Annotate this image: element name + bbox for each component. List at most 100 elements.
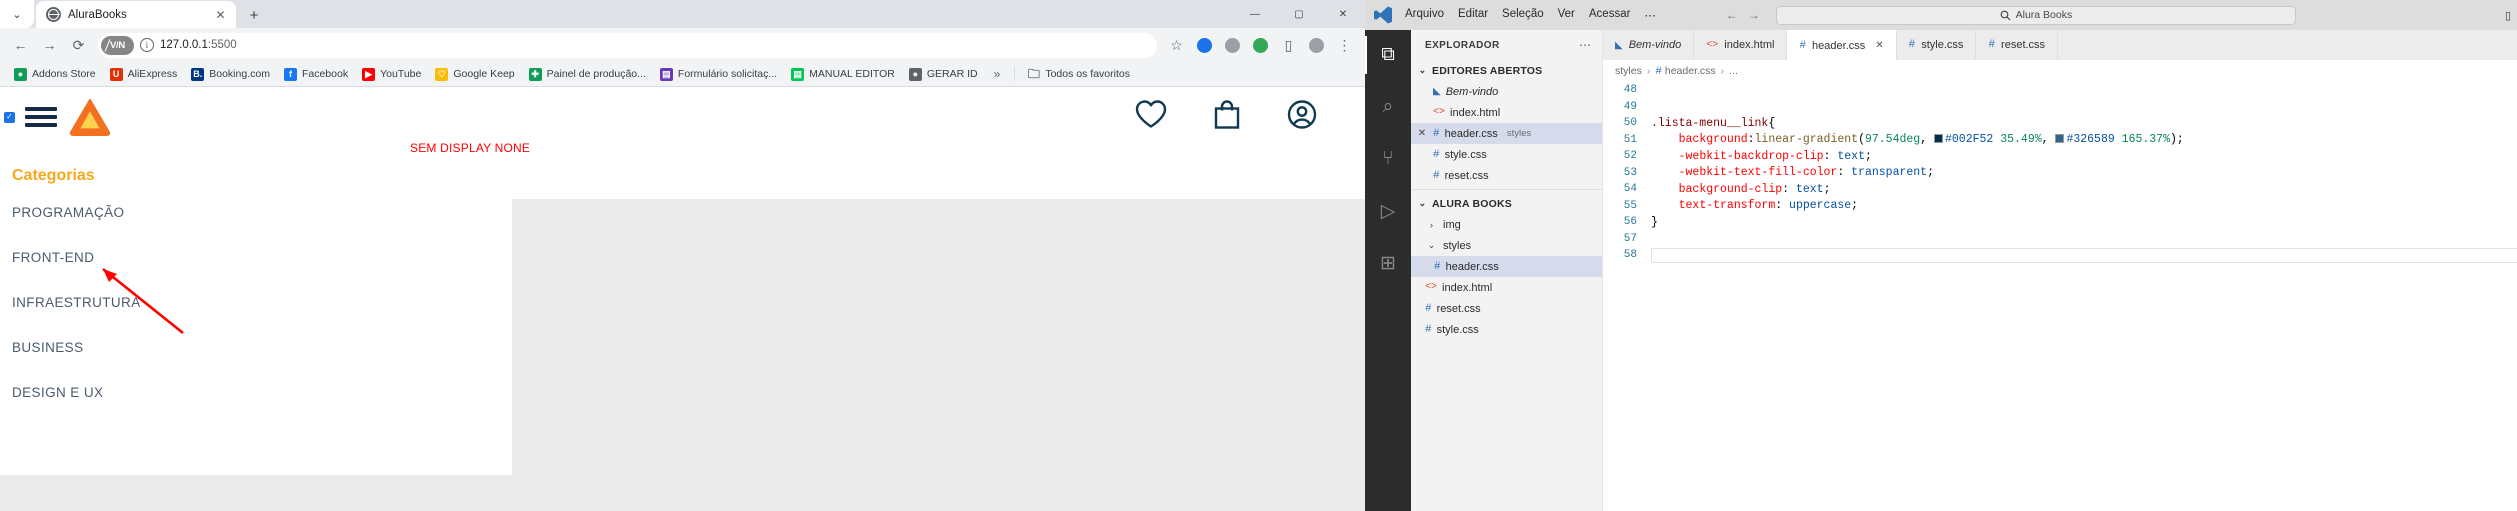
chevron-icon[interactable]: ⌄: [1425, 240, 1438, 251]
css-icon: #: [1988, 39, 1996, 51]
close-icon[interactable]: ✕: [1875, 40, 1883, 51]
close-window-button[interactable]: ✕: [1321, 0, 1365, 28]
bookmark-item[interactable]: ● GERAR ID: [903, 65, 984, 84]
site-info-icon[interactable]: i: [139, 38, 154, 52]
menu-item-arquivo[interactable]: Arquivo: [1405, 8, 1444, 22]
html-icon: <>: [1706, 39, 1719, 51]
editor-tab-reset-css[interactable]: # reset.css: [1976, 30, 2059, 60]
split-view-icon[interactable]: ▯: [1275, 32, 1302, 59]
command-center-search[interactable]: Alura Books: [1775, 5, 2296, 25]
bookmark-item[interactable]: ● Addons Store: [8, 65, 102, 84]
file-tree-item[interactable]: <> index.html: [1411, 277, 1602, 298]
open-editor-item[interactable]: ◣ Bem-vindo: [1411, 81, 1602, 102]
tab-label: header.css: [1812, 39, 1866, 52]
open-editor-item[interactable]: # style.css: [1411, 144, 1602, 165]
file-tree-item[interactable]: ⌄ styles: [1411, 235, 1602, 256]
file-name: style.css: [1444, 148, 1487, 161]
file-name: reset.css: [1436, 302, 1481, 315]
chevron-icon[interactable]: ›: [1425, 220, 1438, 230]
back-icon[interactable]: ←: [1726, 8, 1738, 22]
section-open-editors[interactable]: ⌄ EDITORES ABERTOS: [1411, 60, 1602, 81]
code-editor[interactable]: 48 49 50 .lista-menu__link{51 background:li…: [1603, 82, 2517, 511]
open-editor-item[interactable]: <> index.html: [1411, 102, 1602, 123]
extension-grey-icon[interactable]: [1219, 32, 1246, 59]
bookmark-item[interactable]: B. Booking.com: [185, 65, 276, 84]
forward-icon[interactable]: →: [1748, 8, 1760, 22]
bookmark-all-favorites[interactable]: 🗀 Todos os favoritos: [1021, 65, 1136, 84]
file-tree-item[interactable]: # header.css: [1411, 256, 1602, 277]
search-text: Alura Books: [2015, 9, 2073, 21]
editor-tab-header-css[interactable]: # header.css ✕: [1787, 30, 1897, 60]
line-number: 48: [1623, 84, 1637, 97]
code-line: 52 -webkit-backdrop-clip: text;: [1603, 148, 2517, 165]
browser-toolbar: ← → ⟳ V/N i 127.0.0.1:5500 ☆ ▯ ⋮: [0, 28, 1365, 62]
tab-search-button[interactable]: ⌄: [0, 0, 34, 28]
menu-item-[interactable]: ⋯: [1644, 8, 1656, 22]
extensions-icon[interactable]: ⊞: [1365, 244, 1411, 282]
browser-tab[interactable]: AluraBooks ✕: [36, 1, 236, 28]
minimize-button[interactable]: —: [1233, 0, 1277, 28]
open-editor-item[interactable]: ✕ # header.css styles: [1411, 123, 1602, 144]
bookmark-item[interactable]: U AliExpress: [104, 65, 184, 84]
heart-icon[interactable]: [1135, 100, 1167, 135]
close-icon[interactable]: ✕: [213, 9, 228, 21]
file-tree-item[interactable]: # reset.css: [1411, 298, 1602, 319]
page-empty-area: [512, 199, 1365, 511]
vpn-badge[interactable]: V/N: [101, 35, 134, 55]
tab-label: style.css: [1921, 39, 1964, 51]
line-number: 54: [1623, 183, 1637, 196]
file-tree-item[interactable]: › img: [1411, 214, 1602, 235]
bookmark-label: Facebook: [301, 68, 349, 80]
breadcrumb-item[interactable]: styles: [1615, 65, 1642, 77]
address-bar[interactable]: V/N i 127.0.0.1:5500: [98, 32, 1157, 58]
explorer-icon[interactable]: ⧉: [1365, 36, 1411, 74]
maximize-button[interactable]: ▢: [1277, 0, 1321, 28]
file-name: styles: [1443, 239, 1472, 252]
back-icon[interactable]: ←: [7, 32, 34, 59]
bookmark-item[interactable]: ▶ YouTube: [356, 65, 427, 84]
breadcrumb-item[interactable]: ...: [1729, 65, 1738, 77]
checkbox-checked[interactable]: ✓: [4, 111, 15, 123]
menu-item-acessar[interactable]: Acessar: [1589, 8, 1631, 22]
menu-item-editar[interactable]: Editar: [1458, 8, 1488, 22]
new-tab-button[interactable]: +: [241, 2, 267, 28]
close-icon[interactable]: ✕: [1416, 128, 1428, 139]
profile-avatar[interactable]: [1303, 32, 1330, 59]
vscode-menu: Arquivo Editar Seleção Ver Acessar ⋯: [1405, 8, 1656, 22]
code-text: -webkit-text-fill-color: transparent;: [1678, 166, 1934, 180]
editor-tab-index-html[interactable]: <> index.html: [1694, 30, 1788, 60]
editor-tab-style-css[interactable]: # style.css: [1896, 30, 1977, 60]
open-editor-item[interactable]: # reset.css: [1411, 165, 1602, 186]
source-control-icon[interactable]: ⑂: [1365, 140, 1411, 178]
account-icon[interactable]: [1287, 100, 1317, 135]
formul-rio-solicita--icon: ▤: [659, 67, 673, 81]
extension-chrome-icon[interactable]: [1247, 32, 1274, 59]
css-icon: #: [1433, 127, 1440, 140]
layout-icon[interactable]: ▯: [2505, 9, 2511, 22]
bookmark-item[interactable]: ▤ Formulário solicitaç...: [654, 65, 783, 84]
bookmarks-overflow-button[interactable]: »: [986, 67, 1009, 81]
editor-tab-bem-vindo[interactable]: ◣ Bem-vindo: [1603, 30, 1695, 60]
bookmark-item[interactable]: ▤ MANUAL EDITOR: [785, 65, 901, 84]
menu-item-seleo[interactable]: Seleção: [1502, 8, 1544, 22]
tab-label: Bem-vindo: [1628, 39, 1682, 51]
file-tree-item[interactable]: # style.css: [1411, 319, 1602, 340]
chrome-menu-icon[interactable]: ⋮: [1331, 32, 1358, 59]
breadcrumb-item[interactable]: # header.css: [1655, 65, 1715, 78]
bookmark-star-icon[interactable]: ☆: [1163, 32, 1190, 59]
run-debug-icon[interactable]: ▷: [1365, 192, 1411, 230]
hamburger-icon[interactable]: [25, 107, 57, 127]
extension-blue-icon[interactable]: [1191, 32, 1218, 59]
search-icon[interactable]: ⌕: [1365, 88, 1411, 126]
menu-item-ver[interactable]: Ver: [1558, 8, 1575, 22]
bookmark-item[interactable]: ✚ Painel de produção...: [523, 65, 652, 84]
forward-icon[interactable]: →: [36, 32, 63, 59]
bookmark-item[interactable]: ♡ Google Keep: [429, 65, 520, 84]
section-project[interactable]: ⌄ ALURA BOOKS: [1411, 193, 1602, 214]
addons-store-icon: ●: [14, 67, 27, 81]
bag-icon[interactable]: [1213, 100, 1241, 135]
bookmark-item[interactable]: f Facebook: [278, 65, 354, 84]
explorer-more-icon[interactable]: ⋯: [1579, 38, 1592, 52]
reload-icon[interactable]: ⟳: [65, 32, 92, 59]
code-line: 49: [1603, 99, 2517, 116]
